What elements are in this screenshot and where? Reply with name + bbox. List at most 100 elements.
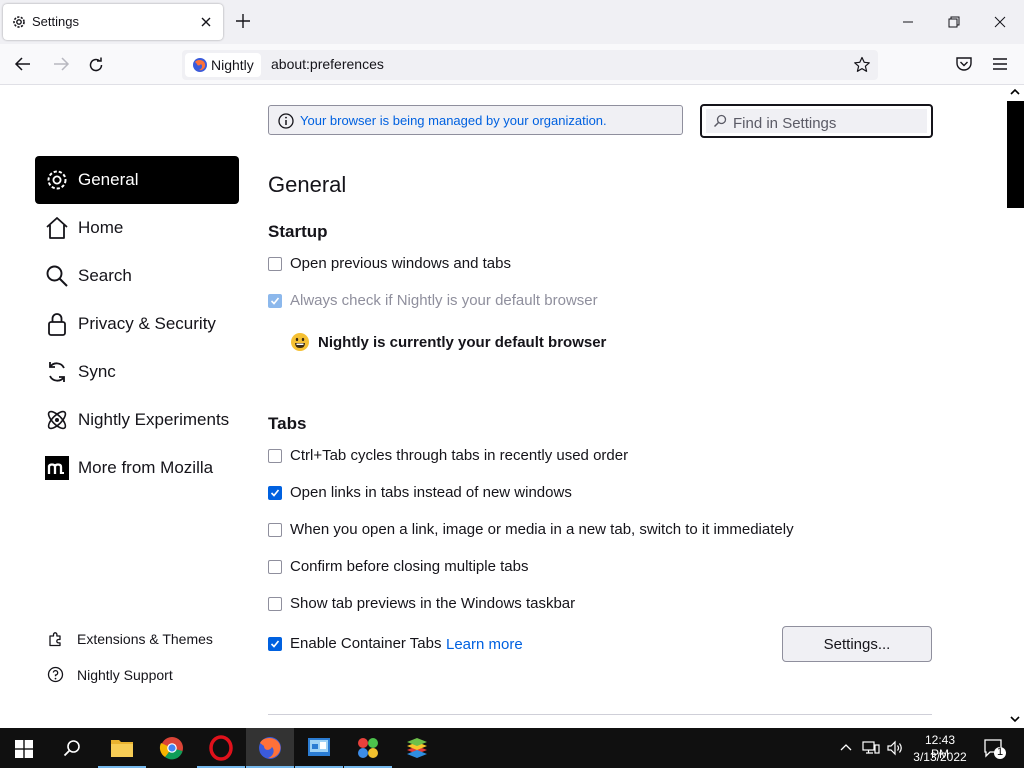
close-icon[interactable] xyxy=(199,15,213,29)
info-icon xyxy=(278,113,294,129)
policies-link[interactable]: Your browser is being managed by your or… xyxy=(300,113,607,128)
find-in-settings[interactable] xyxy=(700,104,933,138)
bluestacks-icon[interactable] xyxy=(393,728,441,768)
checkbox-ctrl-tab[interactable]: Ctrl+Tab cycles through tabs in recently… xyxy=(268,447,638,467)
container-settings-button[interactable]: Settings... xyxy=(782,626,932,662)
sidebar-item-search[interactable]: Search xyxy=(35,252,239,300)
nightly-support-link[interactable]: Nightly Support xyxy=(45,664,185,686)
navigation-toolbar: Nightly about:preferences xyxy=(0,44,1024,85)
opera-icon[interactable] xyxy=(197,728,245,768)
startup-heading: Startup xyxy=(268,222,328,241)
file-explorer-icon[interactable] xyxy=(98,728,146,768)
sidebar-item-label: Search xyxy=(78,266,132,285)
bookmark-star-icon[interactable] xyxy=(853,56,871,74)
learn-more-link[interactable]: Learn more xyxy=(446,636,523,653)
search-icon xyxy=(44,263,70,289)
checkbox-label[interactable]: Show tab previews in the Windows taskbar xyxy=(290,595,575,612)
scrollbar[interactable] xyxy=(1006,85,1024,728)
url-bar[interactable]: Nightly about:preferences xyxy=(182,50,878,80)
new-tab-button[interactable] xyxy=(234,12,252,30)
checkbox-label: Always check if Nightly is your default … xyxy=(290,292,598,309)
taskbar-search-icon[interactable] xyxy=(63,739,81,757)
checkbox-restore-session[interactable]: Open previous windows and tabs xyxy=(268,255,528,275)
sidebar-item-home[interactable]: Home xyxy=(35,204,239,252)
checkbox xyxy=(268,294,282,308)
default-browser-text: Nightly is currently your default browse… xyxy=(318,334,607,351)
sidebar-item-experiments[interactable]: Nightly Experiments xyxy=(35,396,239,444)
sidebar-item-label: Sync xyxy=(78,362,116,381)
identity-label: Nightly xyxy=(211,57,254,73)
back-button[interactable] xyxy=(14,56,32,72)
gear-icon xyxy=(11,14,27,30)
firefox-nightly-icon[interactable] xyxy=(246,728,294,768)
lock-icon xyxy=(44,311,70,337)
minimize-button[interactable] xyxy=(898,12,918,32)
checkbox[interactable] xyxy=(268,449,282,463)
checkmark-icon xyxy=(270,489,280,497)
scroll-up-icon[interactable] xyxy=(1010,88,1020,96)
smiley-icon xyxy=(290,332,310,352)
footer-link-label: Extensions & Themes xyxy=(77,631,213,647)
sidebar-item-label: Home xyxy=(78,218,124,237)
sidebar-item-label: Nightly Experiments xyxy=(78,410,230,429)
control-panel-icon[interactable] xyxy=(295,728,343,768)
puzzle-icon xyxy=(47,630,64,647)
checkbox-links-in-tabs[interactable]: Open links in tabs instead of new window… xyxy=(268,484,578,504)
identity-box[interactable]: Nightly xyxy=(185,53,261,77)
section-divider xyxy=(268,714,932,715)
checkmark-icon xyxy=(270,297,280,305)
page-title: General xyxy=(268,172,347,197)
close-window-button[interactable] xyxy=(990,12,1010,32)
windows-start-icon[interactable] xyxy=(15,740,33,758)
restore-button[interactable] xyxy=(944,12,964,32)
checkbox-label[interactable]: Confirm before closing multiple tabs xyxy=(290,558,528,575)
checkbox-label[interactable]: When you open a link, image or media in … xyxy=(290,521,794,538)
policies-notice[interactable]: Your browser is being managed by your or… xyxy=(268,105,683,135)
scroll-down-icon[interactable] xyxy=(1010,715,1020,723)
sidebar-item-label: More from Mozilla xyxy=(78,458,214,477)
mozilla-icon xyxy=(44,455,70,481)
checkbox-taskbar-previews[interactable]: Show tab previews in the Windows taskbar xyxy=(268,595,588,615)
checkbox[interactable] xyxy=(268,637,282,651)
sidebar-item-sync[interactable]: Sync xyxy=(35,348,239,396)
sidebar-item-general[interactable]: General xyxy=(35,156,239,204)
checkbox-label[interactable]: Open previous windows and tabs xyxy=(290,255,511,272)
forward-button[interactable] xyxy=(52,56,70,72)
url-text[interactable]: about:preferences xyxy=(271,56,384,72)
sidebar-item-mozilla[interactable]: More from Mozilla xyxy=(35,444,239,492)
clock-date[interactable]: 3/13/2022 xyxy=(910,750,970,764)
tabs-heading: Tabs xyxy=(268,414,307,433)
reload-button[interactable] xyxy=(87,56,105,74)
checkbox-container-tabs[interactable]: Enable Container Tabs xyxy=(268,635,443,655)
home-icon xyxy=(44,215,70,241)
checkbox[interactable] xyxy=(268,560,282,574)
menu-icon[interactable] xyxy=(992,57,1008,71)
checkbox-label[interactable]: Open links in tabs instead of new window… xyxy=(290,484,572,501)
notification-icon[interactable] xyxy=(983,738,1009,760)
extensions-themes-link[interactable]: Extensions & Themes xyxy=(45,628,215,650)
chrome-icon[interactable] xyxy=(148,728,196,768)
sidebar-item-label: Privacy & Security xyxy=(78,314,216,333)
checkbox-label[interactable]: Ctrl+Tab cycles through tabs in recently… xyxy=(290,447,628,464)
checkbox-switch-to-new-tab[interactable]: When you open a link, image or media in … xyxy=(268,521,808,541)
photos-icon[interactable] xyxy=(344,728,392,768)
help-icon xyxy=(47,666,64,683)
checkbox[interactable] xyxy=(268,257,282,271)
checkbox[interactable] xyxy=(268,597,282,611)
checkbox[interactable] xyxy=(268,486,282,500)
pocket-icon[interactable] xyxy=(955,56,973,72)
nightly-logo-icon xyxy=(192,57,208,73)
checkbox-warn-close-tabs[interactable]: Confirm before closing multiple tabs xyxy=(268,558,548,578)
network-icon[interactable] xyxy=(862,740,880,756)
chevron-up-icon[interactable] xyxy=(839,742,853,752)
volume-icon[interactable] xyxy=(886,740,904,756)
checkbox-label[interactable]: Enable Container Tabs xyxy=(290,635,442,652)
tab-strip: Settings xyxy=(0,0,1024,44)
experiments-icon xyxy=(44,407,70,433)
checkbox-always-check-default: Always check if Nightly is your default … xyxy=(268,292,608,312)
search-input[interactable] xyxy=(733,114,923,132)
checkbox[interactable] xyxy=(268,523,282,537)
tab-settings[interactable]: Settings xyxy=(3,4,223,40)
sidebar-item-privacy[interactable]: Privacy & Security xyxy=(35,300,239,348)
scrollbar-thumb[interactable] xyxy=(1007,101,1024,208)
